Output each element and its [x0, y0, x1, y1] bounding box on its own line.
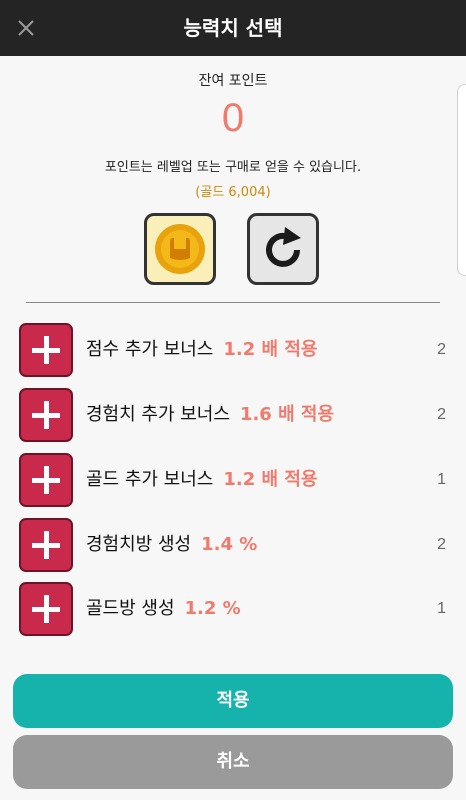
buy-points-button[interactable]: [144, 213, 216, 285]
stat-row-score-bonus: 점수 추가 보너스 1.2 배 적용 2: [0, 323, 466, 377]
stat-name: 골드 추가 보너스: [86, 469, 214, 490]
refresh-icon: [266, 227, 301, 267]
stat-name: 점수 추가 보너스: [86, 339, 214, 360]
stat-name: 경험치 추가 보너스: [86, 404, 230, 425]
stat-count: 1: [437, 600, 446, 617]
remaining-points-value: 0: [221, 96, 245, 140]
page-title: 능력치 선택: [183, 16, 283, 40]
stat-value: 1.4 %: [201, 534, 258, 555]
stat-count: 1: [437, 471, 446, 488]
stat-value: 1.2 %: [184, 598, 241, 619]
reset-button[interactable]: [247, 213, 319, 285]
stat-row-exp-bonus: 경험치 추가 보너스 1.6 배 적용 2: [0, 388, 466, 442]
stat-count: 2: [437, 341, 446, 358]
stat-row-gold-room: 골드방 생성 1.2 % 1: [0, 582, 466, 636]
gold-amount: (골드 6,004): [195, 185, 271, 200]
stat-name: 경험치방 생성: [86, 534, 192, 555]
header-bar: 능력치 선택: [0, 0, 466, 56]
apply-button[interactable]: 적용: [13, 674, 453, 728]
stat-count: 2: [437, 406, 446, 423]
rabbit-coin-icon: [155, 224, 205, 274]
plus-button[interactable]: [19, 453, 73, 507]
stat-row-gold-bonus: 골드 추가 보너스 1.2 배 적용 1: [0, 453, 466, 507]
plus-button[interactable]: [19, 323, 73, 377]
cancel-button[interactable]: 취소: [13, 735, 453, 789]
stat-value: 1.6 배 적용: [239, 404, 335, 425]
divider: [26, 302, 440, 303]
stat-count: 2: [437, 536, 446, 553]
plus-button[interactable]: [19, 388, 73, 442]
stat-row-exp-room: 경험치방 생성 1.4 % 2: [0, 518, 466, 572]
plus-button[interactable]: [19, 518, 73, 572]
stat-value: 1.2 배 적용: [223, 469, 318, 490]
stat-value: 1.2 배 적용: [223, 339, 318, 360]
plus-button[interactable]: [19, 582, 73, 636]
stat-name: 골드방 생성: [86, 598, 175, 619]
remaining-points-label: 잔여 포인트: [198, 73, 268, 89]
points-description: 포인트는 레벨업 또는 구매로 얻을 수 있습니다.: [104, 160, 362, 175]
